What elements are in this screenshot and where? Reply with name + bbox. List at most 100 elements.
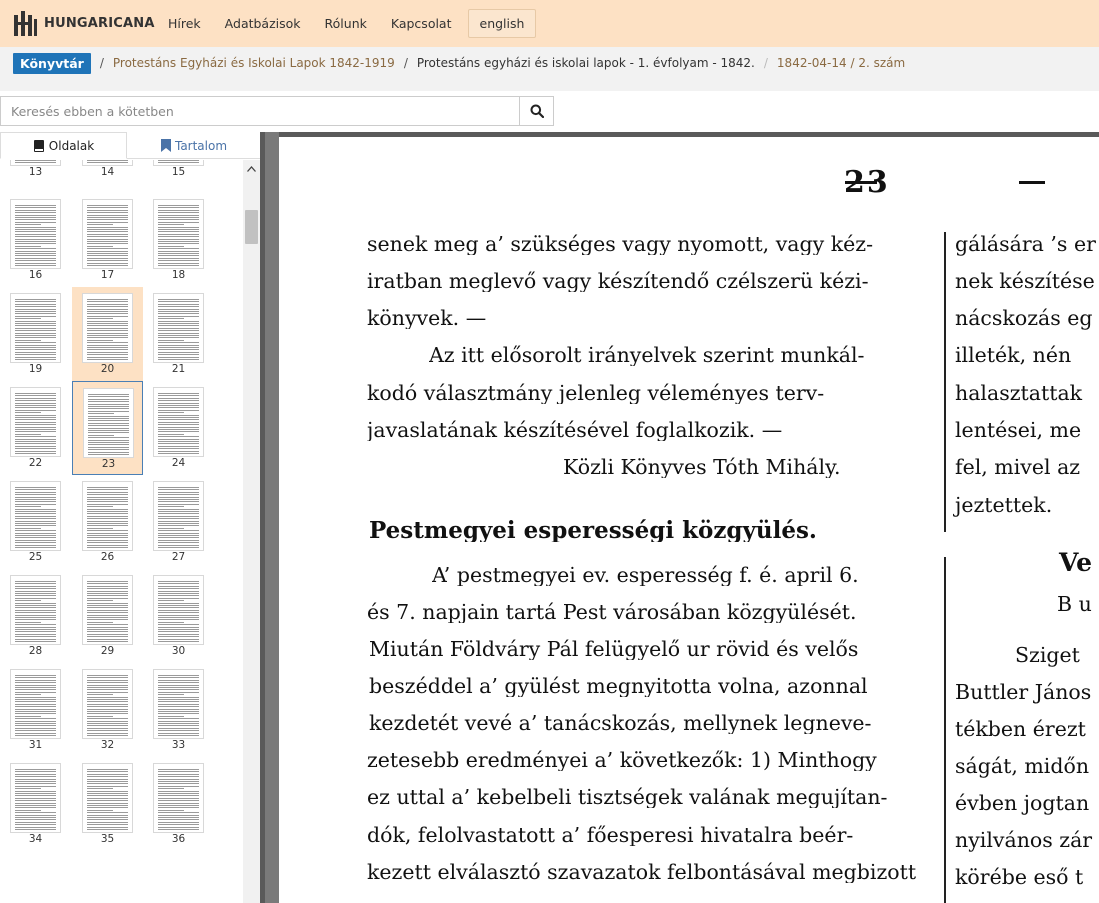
thumbnail-page-number: 28 <box>28 645 43 657</box>
thumbnail-page-number: 15 <box>171 166 186 178</box>
page-thumbnail[interactable]: 18 <box>143 193 214 287</box>
page-text-line: ez uttal a’ kebelbeli tisztségek valának… <box>367 787 888 808</box>
page-thumbnail[interactable]: 15 <box>143 160 214 184</box>
page-navigator-panel: Oldalak Tartalom 13 14 15 16 17 18 19 20 21 22 23 2… <box>0 132 260 903</box>
page-text-line: Sziget <box>1015 643 1080 667</box>
thumbnail-page-preview <box>82 763 133 833</box>
page-text-line: fel, mivel az <box>955 455 1081 479</box>
page-thumbnail[interactable]: 16 <box>0 193 71 287</box>
page-thumbnail[interactable]: 29 <box>72 569 143 663</box>
page-thumbnail[interactable]: 24 <box>143 381 214 475</box>
nav-news[interactable]: Hírek <box>156 9 213 38</box>
language-switch-button[interactable]: english <box>467 9 537 38</box>
thumbnail-page-preview <box>82 669 133 739</box>
page-text-line: lentései, me <box>955 418 1082 442</box>
thumbnail-page-number: 17 <box>100 269 115 281</box>
page-thumbnail[interactable]: 21 <box>143 287 214 381</box>
page-thumbnail[interactable]: 31 <box>0 663 71 757</box>
page-text-line: A’ pestmegyei ev. esperesség f. é. april… <box>432 565 859 586</box>
scanned-page-image: 23 senek meg a’ szükséges vagy nyomott, … <box>279 137 1099 903</box>
thumbnail-page-preview <box>153 199 204 269</box>
page-text-line: senek meg a’ szükséges vagy nyomott, vag… <box>367 234 874 255</box>
page-thumbnail[interactable]: 35 <box>72 757 143 851</box>
page-thumbnail[interactable]: 25 <box>0 475 71 569</box>
page-text-line: tékben érezt <box>955 717 1086 741</box>
page-thumbnail[interactable]: 20 <box>72 287 143 381</box>
page-text-line: nácskozás eg <box>955 306 1093 330</box>
breadcrumb-volume[interactable]: Protestáns egyházi és iskolai lapok - 1.… <box>417 56 755 70</box>
viewer-gutter <box>265 132 279 903</box>
top-navigation-bar: HUNGARICANA Hírek Adatbázisok Rólunk Kap… <box>0 0 1099 47</box>
page-text-line: iratban meglevő vagy készítendő czélszer… <box>367 271 869 292</box>
nav-contact[interactable]: Kapcsolat <box>379 9 464 38</box>
page-thumbnail[interactable]: 26 <box>72 475 143 569</box>
breadcrumb-journal-link[interactable]: Protestáns Egyházi és Iskolai Lapok 1842… <box>113 56 395 70</box>
logo[interactable]: HUNGARICANA <box>13 10 155 37</box>
thumbnail-page-number: 18 <box>171 269 186 281</box>
breadcrumb-separator: / <box>99 56 104 70</box>
thumbnail-page-number: 27 <box>171 551 186 563</box>
page-text-line: kezett elválasztó szavazatok felbontásáv… <box>367 862 917 883</box>
page-text-line: és 7. napjain tartá Pest városában közgy… <box>367 602 857 623</box>
bookmark-icon <box>160 139 171 152</box>
page-thumbnail[interactable]: 28 <box>0 569 71 663</box>
page-thumbnail[interactable]: 27 <box>143 475 214 569</box>
thumbnail-scrollbar[interactable] <box>243 160 260 903</box>
thumbnail-page-preview <box>153 387 204 457</box>
page-thumbnail[interactable]: 13 <box>0 160 71 184</box>
tab-pages[interactable]: Oldalak <box>0 132 127 159</box>
search-button[interactable] <box>519 97 553 125</box>
thumbnail-page-number: 29 <box>100 645 115 657</box>
thumbnail-page-number: 21 <box>171 363 186 375</box>
page-text-line: zetesebb eredményei a’ következők: 1) Mi… <box>367 750 877 771</box>
article-heading: Pestmegyei esperességi közgyülés. <box>369 519 817 542</box>
thumbnail-page-number: 24 <box>171 457 186 469</box>
page-thumbnail[interactable]: 30 <box>143 569 214 663</box>
page-thumbnail[interactable]: 32 <box>72 663 143 757</box>
page-text-line: Ve <box>1059 548 1093 577</box>
breadcrumb: Könyvtár / Protestáns Egyházi és Iskolai… <box>13 52 905 74</box>
page-thumbnail[interactable]: 23 <box>72 381 143 475</box>
page-text-line: nyilvános zár <box>955 828 1093 852</box>
page-text-line: körébe eső t <box>955 865 1084 889</box>
breadcrumb-bar: Könyvtár / Protestáns Egyházi és Iskolai… <box>0 47 1099 91</box>
thumbnail-page-preview <box>10 575 61 645</box>
page-thumbnail[interactable]: 19 <box>0 287 71 381</box>
thumbnail-page-number: 32 <box>100 739 115 751</box>
page-text-line: gálására ’s er <box>955 232 1096 256</box>
thumbnail-page-preview <box>10 763 61 833</box>
thumbnail-page-preview <box>153 763 204 833</box>
page-text-line: kodó választmány jelenleg véleményes ter… <box>367 383 825 404</box>
search-input[interactable] <box>1 97 520 125</box>
page-number: 23 <box>844 165 890 200</box>
scrollbar-thumb[interactable] <box>245 210 258 244</box>
thumbnail-page-preview <box>10 199 61 269</box>
thumbnail-page-number: 33 <box>171 739 186 751</box>
page-thumbnail[interactable]: 14 <box>72 160 143 184</box>
scroll-up-arrow-icon[interactable] <box>243 162 260 176</box>
column-rule <box>944 557 946 903</box>
thumbnail-page-preview <box>10 387 61 457</box>
page-text-line: könyvek. — <box>367 308 487 329</box>
page-thumbnail[interactable]: 34 <box>0 757 71 851</box>
page-thumbnail[interactable]: 22 <box>0 381 71 475</box>
thumbnail-page-preview <box>82 199 133 269</box>
page-text-line: nek készítése <box>955 269 1095 293</box>
thumbnail-page-number: 16 <box>28 269 43 281</box>
breadcrumb-issue[interactable]: 1842-04-14 / 2. szám <box>777 56 905 70</box>
tab-contents[interactable]: Tartalom <box>128 132 260 159</box>
nav-databases[interactable]: Adatbázisok <box>213 9 313 38</box>
page-text-line: kezdetét vevé a’ tanácskozás, mellynek l… <box>369 713 872 734</box>
page-text-line: B u <box>1057 592 1092 616</box>
page-text-line: dók, felolvastatott a’ főesperesi hivata… <box>367 825 854 846</box>
thumbnail-page-preview <box>82 481 133 551</box>
thumbnail-page-preview <box>82 575 133 645</box>
hungaricana-logo-icon <box>14 11 37 36</box>
page-thumbnail[interactable]: 33 <box>143 663 214 757</box>
page-text-line: Az itt elősorolt irányelvek szerint munk… <box>429 345 865 366</box>
nav-about[interactable]: Rólunk <box>313 9 379 38</box>
page-thumbnail[interactable]: 17 <box>72 193 143 287</box>
breadcrumb-library-button[interactable]: Könyvtár <box>13 52 91 74</box>
page-thumbnail[interactable]: 36 <box>143 757 214 851</box>
column-rule <box>944 232 946 532</box>
